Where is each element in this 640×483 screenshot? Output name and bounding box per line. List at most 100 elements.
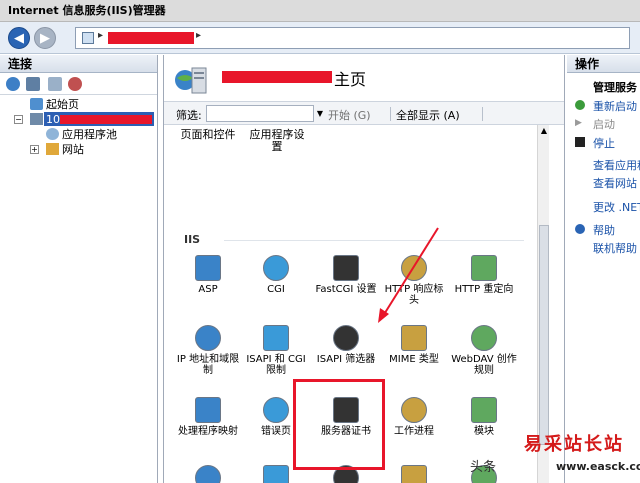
- feature-item[interactable]: MIME 类型: [380, 325, 448, 365]
- breadcrumb-separator: ▸: [98, 30, 104, 41]
- start-filter-button[interactable]: 开始 (G): [328, 107, 371, 123]
- page-title: 主页: [334, 70, 367, 89]
- start-page-icon: [30, 98, 43, 110]
- forward-button[interactable]: ▶: [34, 27, 56, 49]
- feature-item[interactable]: ISAPI 筛选器: [312, 325, 380, 365]
- tree-label: 10: [46, 113, 60, 126]
- filter-separator: [482, 107, 483, 121]
- stop-action[interactable]: 停止: [593, 135, 615, 151]
- handler-icon: [195, 397, 221, 423]
- tree-item-app-pools[interactable]: 应用程序池: [0, 127, 157, 142]
- feature-item[interactable]: 默认文档: [174, 465, 242, 483]
- up-icon[interactable]: [48, 77, 62, 91]
- view-sites-action[interactable]: 查看网站: [593, 175, 637, 191]
- feature-label: MIME 类型: [389, 354, 439, 365]
- watermark-sub: 头条: [470, 460, 497, 475]
- feature-label: HTTP 响应标头: [384, 284, 444, 306]
- save-icon[interactable]: [26, 77, 40, 91]
- collapse-icon[interactable]: −: [14, 115, 23, 124]
- start-icon: ▶: [575, 118, 582, 128]
- isapi-cgi-icon: [263, 325, 289, 351]
- restart-icon: [575, 100, 585, 110]
- watermark-main: 易采站长站: [524, 434, 624, 455]
- feature-item[interactable]: 日志: [380, 465, 448, 483]
- features-view: 主页 筛选: ▼ 开始 (G) 全部显示 (A) ▲ 页面和控件 应用程序设置 …: [163, 55, 565, 483]
- feature-label: 处理程序映射: [178, 426, 238, 437]
- page-header: 主页: [164, 55, 564, 101]
- asp-icon: [195, 255, 221, 281]
- directory-browse-icon: [263, 465, 289, 483]
- feature-item[interactable]: IP 地址和域限制: [174, 325, 242, 376]
- back-button[interactable]: ◀: [8, 27, 30, 49]
- sites-folder-icon: [46, 143, 59, 155]
- feature-item[interactable]: 处理程序映射: [174, 397, 242, 437]
- feature-label: 工作进程: [394, 426, 434, 437]
- feature-item[interactable]: HTTP 重定向: [450, 255, 518, 295]
- feature-item[interactable]: WebDAV 创作规则: [450, 325, 518, 376]
- feature-item[interactable]: CGI: [242, 255, 310, 295]
- section-divider: [224, 240, 524, 241]
- http-response-headers-icon: [401, 255, 427, 281]
- feature-label: WebDAV 创作规则: [451, 354, 517, 376]
- show-all-button[interactable]: 全部显示 (A): [396, 107, 460, 123]
- worker-process-icon: [401, 397, 427, 423]
- feature-label: ISAPI 和 CGI 限制: [246, 354, 306, 376]
- feature-item[interactable]: 工作进程: [380, 397, 448, 437]
- cgi-icon: [263, 255, 289, 281]
- feature-label: ISAPI 筛选器: [316, 354, 376, 365]
- disconnect-icon[interactable]: [68, 77, 82, 91]
- view-app-pools-action[interactable]: 查看应用程: [593, 157, 640, 173]
- feature-app-settings[interactable]: 应用程序设置: [246, 129, 308, 153]
- restart-action[interactable]: 重新启动: [593, 98, 637, 114]
- tree-label: 应用程序池: [62, 128, 117, 141]
- filter-dropdown-icon[interactable]: ▼: [314, 105, 326, 122]
- feature-item[interactable]: FastCGI 设置: [312, 255, 380, 295]
- scroll-up-icon[interactable]: ▲: [539, 126, 549, 136]
- tree-item-server[interactable]: − 10: [0, 112, 157, 127]
- scroll-thumb[interactable]: [539, 225, 549, 445]
- connections-toolbar: [0, 73, 157, 95]
- filter-input[interactable]: [206, 105, 314, 122]
- server-icon: [30, 113, 43, 125]
- feature-label: FastCGI 设置: [315, 284, 377, 295]
- logging-icon: [401, 465, 427, 483]
- feature-item[interactable]: ASP: [174, 255, 242, 295]
- feature-item[interactable]: ISAPI 和 CGI 限制: [242, 325, 310, 376]
- expand-icon[interactable]: +: [30, 145, 39, 154]
- connections-pane: 连接 起始页 − 10 应用程序池 + 网站: [0, 55, 158, 483]
- tree-item-sites[interactable]: + 网站: [0, 142, 157, 157]
- annotation-highlight-box: [293, 379, 385, 470]
- webdav-icon: [471, 325, 497, 351]
- http-redirect-icon: [471, 255, 497, 281]
- filter-bar: 筛选: ▼ 开始 (G) 全部显示 (A): [164, 101, 564, 125]
- help-icon: [575, 224, 585, 234]
- fastcgi-icon: [333, 255, 359, 281]
- actions-group-title: 管理服务: [593, 81, 637, 94]
- redacted-server-name: [222, 71, 332, 83]
- feature-pages-controls[interactable]: 页面和控件: [178, 129, 238, 141]
- connect-icon[interactable]: [6, 77, 20, 91]
- tree-label: 网站: [62, 143, 84, 156]
- error-page-icon: [263, 397, 289, 423]
- modules-icon: [471, 397, 497, 423]
- filter-separator: [390, 107, 391, 121]
- filter-label: 筛选:: [176, 109, 202, 122]
- breadcrumb-separator-2: ▸: [196, 30, 202, 41]
- isapi-filter-icon: [333, 325, 359, 351]
- default-doc-icon: [195, 465, 221, 483]
- feature-label: ASP: [198, 284, 218, 295]
- actions-pane: 操作 管理服务 重新启动 ▶ 启动 停止 查看应用程 查看网站 更改 .NET …: [567, 55, 640, 483]
- help-action[interactable]: 帮助: [593, 222, 615, 238]
- section-title-iis: IIS: [184, 233, 201, 246]
- feature-item[interactable]: HTTP 响应标头: [380, 255, 448, 306]
- tree-item-start-page[interactable]: 起始页: [0, 97, 157, 112]
- address-box[interactable]: ▸ ▸: [75, 27, 630, 49]
- mime-icon: [401, 325, 427, 351]
- feature-label: IP 地址和域限制: [176, 354, 240, 376]
- ip-restriction-icon: [195, 325, 221, 351]
- redacted-server-name: [108, 32, 194, 44]
- watermark: 易采站长站 头条 www.easck.com: [470, 428, 640, 483]
- online-help-action[interactable]: 联机帮助: [593, 240, 637, 256]
- change-net-action[interactable]: 更改 .NET: [593, 199, 640, 215]
- start-action[interactable]: 启动: [593, 116, 615, 132]
